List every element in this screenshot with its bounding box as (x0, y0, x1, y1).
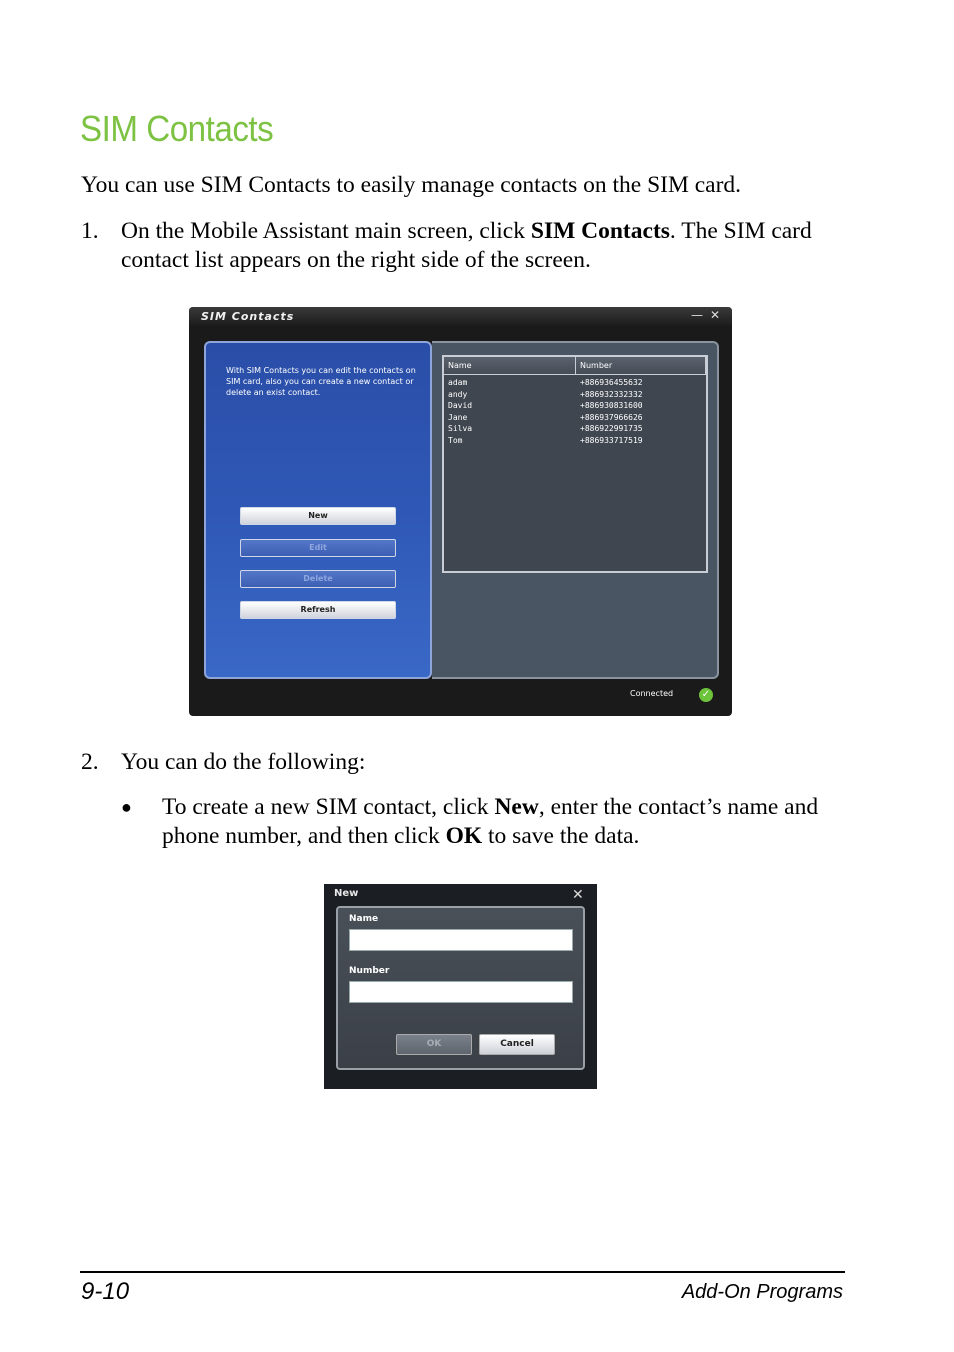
cancel-button[interactable]: Cancel (479, 1034, 555, 1055)
step1-number: 1. (81, 218, 99, 244)
step2-text: You can do the following: (121, 749, 366, 775)
connection-status: Connected (630, 689, 674, 698)
window-title: SIM Contacts (201, 310, 295, 323)
list-item[interactable]: andy +886932332332 (446, 389, 706, 401)
column-header-number[interactable]: Number (576, 357, 706, 375)
section-name: Add-On Programs (681, 1281, 843, 1303)
delete-button[interactable]: Delete (240, 570, 396, 588)
step1-text: On the Mobile Assistant main screen, cli… (121, 218, 812, 273)
footer-divider (80, 1271, 845, 1273)
minimize-icon[interactable]: — (687, 308, 707, 323)
edit-button[interactable]: Edit (240, 539, 396, 557)
page-number: 9-10 (81, 1278, 130, 1305)
page-title: SIM Contacts (80, 108, 274, 149)
bullet-icon: ● (121, 797, 132, 817)
sim-info-panel: With SIM Contacts you can edit the conta… (204, 341, 432, 679)
bullet1-text: To create a new SIM contact, click New, … (162, 794, 819, 849)
close-icon[interactable]: ✕ (572, 887, 584, 903)
dialog-body: Name Number OK Cancel (336, 906, 585, 1070)
number-field[interactable] (349, 981, 573, 1003)
new-button[interactable]: New (240, 507, 396, 525)
ok-button[interactable]: OK (396, 1034, 472, 1055)
dialog-title: New (334, 888, 359, 899)
close-icon[interactable]: ✕ (705, 308, 725, 323)
list-item[interactable]: Tom +886933717519 (446, 435, 706, 447)
name-field[interactable] (349, 929, 573, 951)
list-item[interactable]: Silva +886922991735 (446, 423, 706, 435)
intro-paragraph: You can use SIM Contacts to easily manag… (81, 172, 742, 198)
window-titlebar: SIM Contacts — ✕ (189, 307, 732, 327)
number-label: Number (349, 966, 390, 976)
sim-contacts-window: SIM Contacts — ✕ With SIM Contacts you c… (189, 307, 732, 716)
new-contact-dialog: New ✕ Name Number OK Cancel (324, 884, 597, 1089)
list-item[interactable]: Jane +886937966626 (446, 412, 706, 424)
step2-number: 2. (81, 749, 99, 775)
sim-description: With SIM Contacts you can edit the conta… (226, 366, 416, 397)
check-icon: ✓ (699, 688, 713, 702)
list-item[interactable]: David +886930831600 (446, 400, 706, 412)
name-label: Name (349, 914, 379, 924)
contact-list[interactable]: Name Number adam +886936455632 andy +88693… (442, 355, 708, 573)
list-item[interactable]: adam +886936455632 (446, 377, 706, 389)
contact-list-panel: Name Number adam +886936455632 andy +88693… (432, 341, 719, 679)
column-header-name[interactable]: Name (444, 357, 576, 375)
refresh-button[interactable]: Refresh (240, 601, 396, 619)
